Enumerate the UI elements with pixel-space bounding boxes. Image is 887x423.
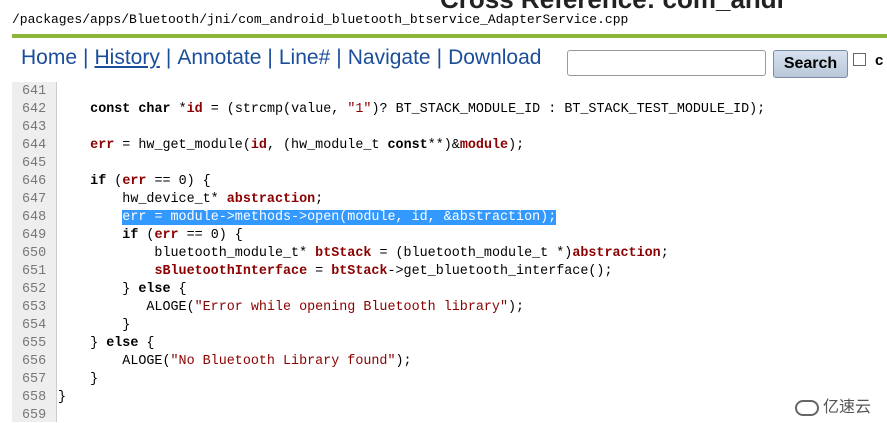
nav-home-link[interactable]: Home	[21, 46, 77, 69]
code-line: if (err == 0) {	[122, 228, 243, 243]
line-number[interactable]: 652	[12, 282, 56, 297]
line-number[interactable]: 646	[12, 174, 56, 189]
line-number[interactable]: 649	[12, 228, 56, 243]
code-line: ALOGE("Error while opening Bluetooth lib…	[58, 300, 525, 315]
watermark-logo: 亿速云	[795, 393, 871, 417]
nav-separator: |	[165, 46, 172, 69]
code-line: sBluetoothInterface = btStack->get_bluet…	[154, 264, 613, 279]
nav-navigate-link[interactable]: Navigate	[348, 46, 431, 69]
code-line: const char *id = (strcmp(value, "1")? BT…	[90, 102, 766, 117]
code-line: if (err == 0) {	[90, 174, 211, 189]
nav-separator: |	[267, 46, 273, 69]
header-divider	[12, 34, 887, 38]
option-checkbox[interactable]	[853, 53, 866, 66]
nav-annotate-link[interactable]: Annotate	[177, 46, 261, 69]
code-line: err = module->methods->open(module, id, …	[122, 210, 557, 225]
code-line: ALOGE("No Bluetooth Library found");	[58, 354, 412, 369]
line-number[interactable]: 644	[12, 138, 56, 153]
watermark-text: 亿速云	[823, 399, 872, 416]
line-number[interactable]: 648	[12, 210, 56, 225]
code-line: }	[58, 372, 99, 387]
line-number[interactable]: 655	[12, 336, 56, 351]
option-checkbox-label: c	[875, 52, 884, 69]
line-number[interactable]: 656	[12, 354, 56, 369]
nav-separator: |	[83, 46, 89, 69]
line-number[interactable]: 651	[12, 264, 56, 279]
code-line: } else {	[58, 282, 187, 297]
cloud-logo-icon	[795, 399, 819, 416]
nav-separator: |	[336, 46, 342, 69]
line-number[interactable]: 653	[12, 300, 56, 315]
nav-bar: Home | History | Annotate | Line# | Navigate | Dow…	[21, 46, 541, 70]
line-number[interactable]: 642	[12, 102, 56, 117]
nav-download-link[interactable]: Download	[448, 46, 541, 69]
line-number[interactable]: 658	[12, 390, 56, 405]
nav-separator: |	[436, 46, 443, 69]
nav-history-link[interactable]: History	[95, 46, 160, 69]
line-number[interactable]: 650	[12, 246, 56, 261]
line-number[interactable]: 657	[12, 372, 56, 387]
line-number[interactable]: 641	[12, 84, 56, 99]
search-button[interactable]: Search	[773, 50, 848, 78]
code-line: err = hw_get_module(id, (hw_module_t con…	[90, 138, 525, 153]
line-number[interactable]: 643	[12, 120, 56, 135]
line-number[interactable]: 654	[12, 318, 56, 333]
line-number[interactable]: 647	[12, 192, 56, 207]
code-line: }	[58, 318, 131, 333]
line-number[interactable]: 645	[12, 156, 56, 171]
nav-line-numbers-link[interactable]: Line#	[279, 46, 330, 69]
file-path: /packages/apps/Bluetooth/jni/com_android…	[12, 12, 629, 27]
search-input[interactable]	[567, 50, 766, 76]
code-line: bluetooth_module_t* btStack = (bluetooth…	[58, 246, 669, 261]
code-line: } else {	[58, 336, 155, 351]
code-line: hw_device_t* abstraction;	[58, 192, 324, 207]
code-line: }	[58, 390, 67, 405]
